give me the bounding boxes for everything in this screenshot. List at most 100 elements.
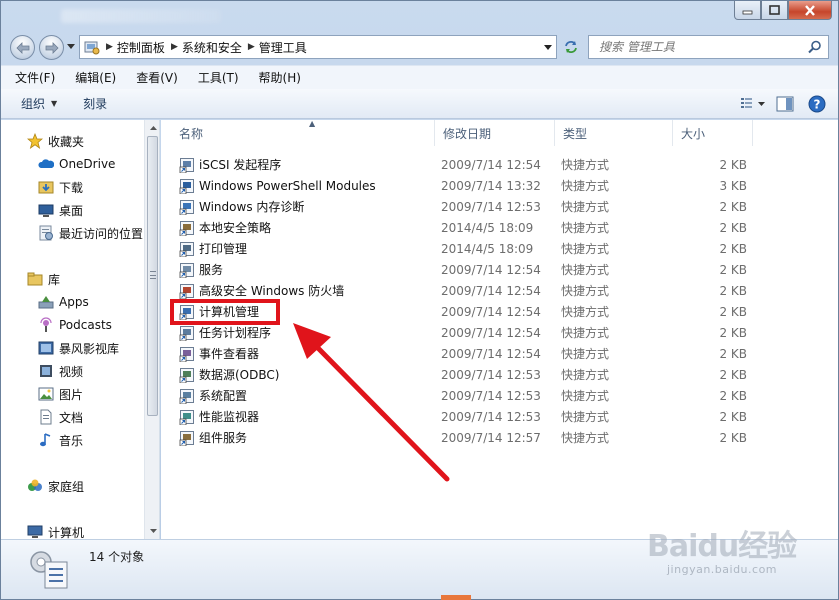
file-row[interactable]: 数据源(ODBC) 2009/7/14 12:53 快捷方式 2 KB [171,364,831,385]
libraries-icon [27,271,43,287]
file-row[interactable]: 计算机管理 2009/7/14 12:54 快捷方式 2 KB [171,301,831,322]
nav-documents[interactable]: 文档 [38,406,159,428]
nav-pictures[interactable]: 图片 [38,383,159,405]
file-date: 2014/4/5 18:09 [441,241,534,256]
column-header-date[interactable]: 修改日期 [435,120,555,146]
breadcrumb-control-panel[interactable]: 控制面板 [117,39,165,56]
menu-tools[interactable]: 工具(T) [194,67,243,88]
file-row[interactable]: 本地安全策略 2014/4/5 18:09 快捷方式 2 KB [171,217,831,238]
file-row[interactable]: 高级安全 Windows 防火墙 2009/7/14 12:54 快捷方式 2 KB [171,280,831,301]
breadcrumb-admin-tools[interactable]: 管理工具 [259,39,307,56]
file-row[interactable]: 系统配置 2009/7/14 12:53 快捷方式 2 KB [171,385,831,406]
recent-pages-dropdown-icon[interactable] [67,44,75,50]
file-row[interactable]: Windows PowerShell Modules 2009/7/14 13:3… [171,175,831,196]
menu-file[interactable]: 文件(F) [11,67,59,88]
file-row[interactable]: 任务计划程序 2009/7/14 12:54 快捷方式 2 KB [171,322,831,343]
nav-apps[interactable]: Apps [38,291,159,313]
search-input[interactable] [599,40,799,54]
nav-onedrive[interactable]: OneDrive [38,153,159,175]
file-row[interactable]: 组件服务 2009/7/14 12:57 快捷方式 2 KB [171,427,831,448]
column-header-type[interactable]: 类型 [555,120,673,146]
file-row[interactable]: iSCSI 发起程序 2009/7/14 12:54 快捷方式 2 KB [171,154,831,175]
nav-libraries[interactable]: 库 [27,268,159,290]
back-button[interactable] [10,35,35,60]
refresh-button[interactable] [560,36,582,58]
address-dropdown-button[interactable] [540,36,556,58]
nav-homegroup[interactable]: 家庭组 [27,475,159,497]
breadcrumb-separator[interactable]: ▶ [165,42,182,52]
preview-pane-button[interactable] [772,93,798,115]
shortcut-icon [179,367,195,383]
nav-label: Podcasts [59,318,112,332]
scroll-thumb[interactable] [147,136,158,416]
nav-downloads[interactable]: 下载 [38,176,159,198]
file-row[interactable]: 事件查看器 2009/7/14 12:54 快捷方式 2 KB [171,343,831,364]
nav-label: 桌面 [59,203,84,218]
file-date: 2009/7/14 12:53 [441,199,541,214]
nav-podcasts[interactable]: Podcasts [38,314,159,336]
menu-help[interactable]: 帮助(H) [255,67,305,88]
file-name: 数据源(ODBC) [199,368,280,382]
nav-favorites[interactable]: 收藏夹 [27,130,159,152]
menu-edit[interactable]: 编辑(E) [71,67,120,88]
column-label: 大小 [681,126,706,141]
shortcut-icon [179,199,195,215]
file-name-cell: 高级安全 Windows 防火墙 [179,280,344,301]
shortcut-icon [179,157,195,173]
shortcut-icon [179,304,195,320]
organize-button[interactable]: 组织 ▼ [21,95,57,112]
nav-computer[interactable]: 计算机 [27,521,159,539]
nav-desktop[interactable]: 桌面 [38,199,159,221]
nav-scrollbar[interactable] [144,120,159,539]
file-row[interactable]: 打印管理 2014/4/5 18:09 快捷方式 2 KB [171,238,831,259]
file-name-cell: 事件查看器 [179,343,259,364]
nav-music[interactable]: 音乐 [38,429,159,451]
file-name: 组件服务 [199,431,248,445]
file-date: 2009/7/14 12:54 [441,262,541,277]
file-row[interactable]: Windows 内存诊断 2009/7/14 12:53 快捷方式 2 KB [171,196,831,217]
nav-recent-places[interactable]: 最近访问的位置 [38,222,159,244]
search-icon[interactable] [808,40,822,54]
music-note-icon [38,432,54,448]
column-header-size[interactable]: 大小 [673,120,753,146]
forward-button[interactable] [39,35,64,60]
address-bar[interactable]: ▶ 控制面板 ▶ 系统和安全 ▶ 管理工具 [79,35,557,59]
file-row[interactable]: 性能监视器 2009/7/14 12:53 快捷方式 2 KB [171,406,831,427]
breadcrumb-system-security[interactable]: 系统和安全 [182,39,242,56]
scroll-down-button[interactable] [145,523,159,539]
nav-label: 库 [48,272,61,287]
file-date: 2009/7/14 12:53 [441,388,541,403]
file-row[interactable]: 服务 2009/7/14 12:54 快捷方式 2 KB [171,259,831,280]
column-label: 类型 [563,126,588,141]
file-name-cell: 本地安全策略 [179,217,271,238]
file-name: 系统配置 [199,389,248,403]
breadcrumb-separator[interactable]: ▶ [104,42,117,52]
burn-button[interactable]: 刻录 [83,95,107,112]
taskbar-fragment [441,595,471,600]
nav-videos[interactable]: 视频 [38,360,159,382]
file-type: 快捷方式 [561,347,610,361]
shortcut-icon [179,388,195,404]
maximize-button[interactable] [761,1,788,20]
nav-baofeng-library[interactable]: 暴风影视库 [38,337,159,359]
file-date: 2009/7/14 12:54 [441,157,541,172]
column-header-name[interactable]: 名称 ▲ [171,119,435,146]
file-type: 快捷方式 [561,284,610,298]
file-type: 快捷方式 [561,326,610,340]
file-type: 快捷方式 [561,221,610,235]
view-options-button[interactable] [740,93,766,115]
nav-label: 暴风影视库 [59,341,120,356]
close-button[interactable] [788,1,832,20]
file-name-cell: 数据源(ODBC) [179,364,279,385]
menu-view[interactable]: 查看(V) [132,67,182,88]
help-button[interactable]: ? [804,93,830,115]
breadcrumb-separator[interactable]: ▶ [242,42,259,52]
scroll-up-button[interactable] [145,120,159,136]
navigation-pane: 收藏夹 OneDrive 下载 桌面 最近访问的位置 库 Apps Podcas… [1,120,160,539]
document-icon [38,409,54,425]
scroll-grip [150,271,156,279]
search-box[interactable] [588,35,829,59]
file-date: 2009/7/14 12:54 [441,283,541,298]
homegroup-icon [27,478,43,494]
minimize-button[interactable] [734,1,761,20]
